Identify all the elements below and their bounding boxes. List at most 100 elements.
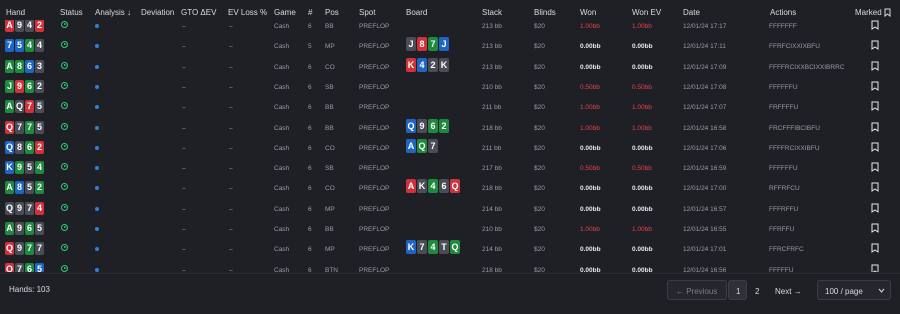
bookmark-icon[interactable] xyxy=(871,101,879,112)
table-row[interactable]: K 9 5 4 – – Cash 6 SB PREFLOP 217 bb $20 0.50bb 0.50b… xyxy=(0,158,900,178)
board-card: 4 xyxy=(428,240,438,255)
bookmark-icon[interactable] xyxy=(871,223,879,233)
date-value: 12/01/24 16:59 xyxy=(683,165,727,173)
play-icon[interactable] xyxy=(61,264,68,272)
table-row[interactable]: Q 9 7 7– – Cash 6 MP PREFLOP K 7 4 T Q 214 bb $20 0.00bb… xyxy=(0,239,900,259)
table-row[interactable]: A Q 7 5 – – Cash 6 BB PREFLOP 211 bb $20 1.00bb 1.00b… xyxy=(0,97,900,117)
table-row[interactable]: A 8 5 2– – Cash 6 CO PREFLOP A K 4 6 Q 218 bb $20 0.00bb… xyxy=(0,178,900,198)
bookmark-icon[interactable] xyxy=(871,162,879,173)
bookmark-icon[interactable] xyxy=(871,142,879,152)
col-date[interactable]: Date xyxy=(683,8,700,17)
seat-count: 6 xyxy=(308,226,312,233)
date-value: 12/01/24 17:07 xyxy=(683,104,727,112)
page-size-select[interactable]: 100 / page xyxy=(817,280,891,300)
col-pos[interactable]: Pos xyxy=(325,8,339,17)
won-value: 1.00bb xyxy=(580,124,600,132)
bookmark-icon[interactable] xyxy=(871,61,879,71)
analysis-dot-icon xyxy=(95,125,99,130)
bookmark-icon[interactable] xyxy=(871,122,879,132)
play-icon[interactable] xyxy=(61,244,68,252)
table-row[interactable]: 7 5 4 4– – Cash 5 MP PREFLOP J 8 7 J 213 bb $20 0.00bb 0… xyxy=(0,36,900,56)
seat-count: 5 xyxy=(308,43,312,51)
analysis-dot-icon xyxy=(95,64,99,69)
analysis-dot-icon xyxy=(95,186,99,191)
hole-card: 9 xyxy=(15,222,24,235)
bookmark-icon[interactable] xyxy=(871,20,879,30)
seat-count: 6 xyxy=(308,23,312,30)
blinds-value: $20 xyxy=(534,246,545,254)
col-blinds[interactable]: Blinds xyxy=(534,8,556,17)
col-status[interactable]: Status xyxy=(60,8,83,17)
board-cards: AQ7 xyxy=(406,138,438,153)
page-2-button[interactable]: 2 xyxy=(748,280,766,300)
play-icon[interactable] xyxy=(61,61,68,69)
board-card: 2 xyxy=(428,57,438,72)
position-value: CO xyxy=(325,144,335,152)
col-num[interactable]: # xyxy=(308,8,312,17)
col-actions[interactable]: Actions xyxy=(770,8,796,17)
bookmark-icon[interactable] xyxy=(871,264,879,272)
col-gto-ev[interactable]: GTO ΔEV xyxy=(181,8,216,17)
game-value: Cash xyxy=(274,226,290,233)
play-icon[interactable] xyxy=(61,224,68,231)
hole-card: 5 xyxy=(35,120,44,134)
hole-card: 4 xyxy=(35,161,44,175)
hole-card: 6 xyxy=(25,79,34,93)
play-icon[interactable] xyxy=(61,163,68,171)
col-won-ev[interactable]: Won EV xyxy=(632,8,661,17)
col-ev-loss[interactable]: EV Loss % xyxy=(228,8,267,17)
col-stack[interactable]: Stack xyxy=(482,8,502,17)
table-row[interactable]: A 9 6 5– – Cash 6 BB PREFLOP 210 bb $20 1.00bb 1.00b… xyxy=(0,219,900,239)
gto-ev-value: – xyxy=(182,144,186,152)
gto-ev-value: – xyxy=(182,104,186,112)
hole-card: 4 xyxy=(35,39,44,53)
bookmark-icon[interactable] xyxy=(871,40,879,51)
play-icon[interactable] xyxy=(61,122,68,130)
hole-card: 7 xyxy=(25,120,34,134)
play-icon[interactable] xyxy=(61,142,68,150)
play-icon[interactable] xyxy=(61,183,68,191)
next-page-button[interactable]: Next → xyxy=(767,280,811,300)
position-value: BB xyxy=(325,124,334,132)
hole-card: A xyxy=(5,20,14,32)
col-marked[interactable]: Marked xyxy=(855,8,882,17)
table-row[interactable]: A 8 6 3– – Cash 6 CO PREFLOP K 4 2 K 213 bb $20 0.00bb 0… xyxy=(0,57,900,77)
gto-ev-value: – xyxy=(182,185,186,193)
table-row[interactable]: Q 7 7 5– – Cash 6 BB PREFLOP Q 9 6 2 218 bb $20 1.00bb 1… xyxy=(0,118,900,138)
col-game[interactable]: Game xyxy=(274,8,296,17)
page-1-button[interactable]: 1 xyxy=(728,280,747,300)
col-spot[interactable]: Spot xyxy=(359,8,375,17)
bookmark-icon[interactable] xyxy=(871,243,879,254)
blinds-value: $20 xyxy=(534,266,545,272)
bookmark-icon[interactable] xyxy=(871,182,879,193)
play-icon[interactable] xyxy=(61,81,68,89)
date-value: 12/01/24 17:17 xyxy=(683,23,727,30)
board-cards: J87J xyxy=(406,37,449,52)
analysis-dot-icon xyxy=(95,206,99,211)
play-icon[interactable] xyxy=(61,41,68,49)
col-analysis[interactable]: Analysis ↓ xyxy=(95,8,131,17)
col-deviation[interactable]: Deviation xyxy=(141,8,174,17)
position-value: MP xyxy=(325,246,335,254)
game-value: Cash xyxy=(274,43,290,51)
bookmark-icon[interactable] xyxy=(871,203,879,213)
bookmark-header-icon xyxy=(884,8,891,17)
table-row[interactable]: A 9 4 2 – – Cash 6 BB PREFLOP 213 bb $20 1.00bb 1.00b… xyxy=(0,20,900,36)
hole-card: 9 xyxy=(15,242,24,256)
board-card: 7 xyxy=(428,37,438,52)
play-icon[interactable] xyxy=(61,203,68,211)
won-ev-value: 0.00bb xyxy=(632,246,653,254)
table-row[interactable]: Q 8 6 2– – Cash 6 CO PREFLOP A Q 7 211 bb $20 0.00bb 0.… xyxy=(0,138,900,158)
play-icon[interactable] xyxy=(61,102,68,110)
hole-card: Q xyxy=(5,140,14,154)
bookmark-icon[interactable] xyxy=(871,81,879,91)
col-won[interactable]: Won xyxy=(580,8,596,17)
col-board[interactable]: Board xyxy=(406,8,427,17)
col-hand[interactable]: Hand xyxy=(6,8,25,17)
table-row[interactable]: Q 7 6 5– – Cash 6 BTN PREFLOP 218 bb $20 0.00bb 0.00… xyxy=(0,260,900,272)
table-row[interactable]: Q 9 7 4 – – Cash 6 MP PREFLOP 214 bb $20 0.00bb 0.00b… xyxy=(0,199,900,219)
hole-card: 8 xyxy=(15,140,24,154)
table-row[interactable]: J 9 6 2– – Cash 6 SB PREFLOP 210 bb $20 0.50bb 0.50b… xyxy=(0,77,900,97)
previous-page-button[interactable]: ← Previous xyxy=(667,280,727,300)
play-icon[interactable] xyxy=(61,21,68,28)
